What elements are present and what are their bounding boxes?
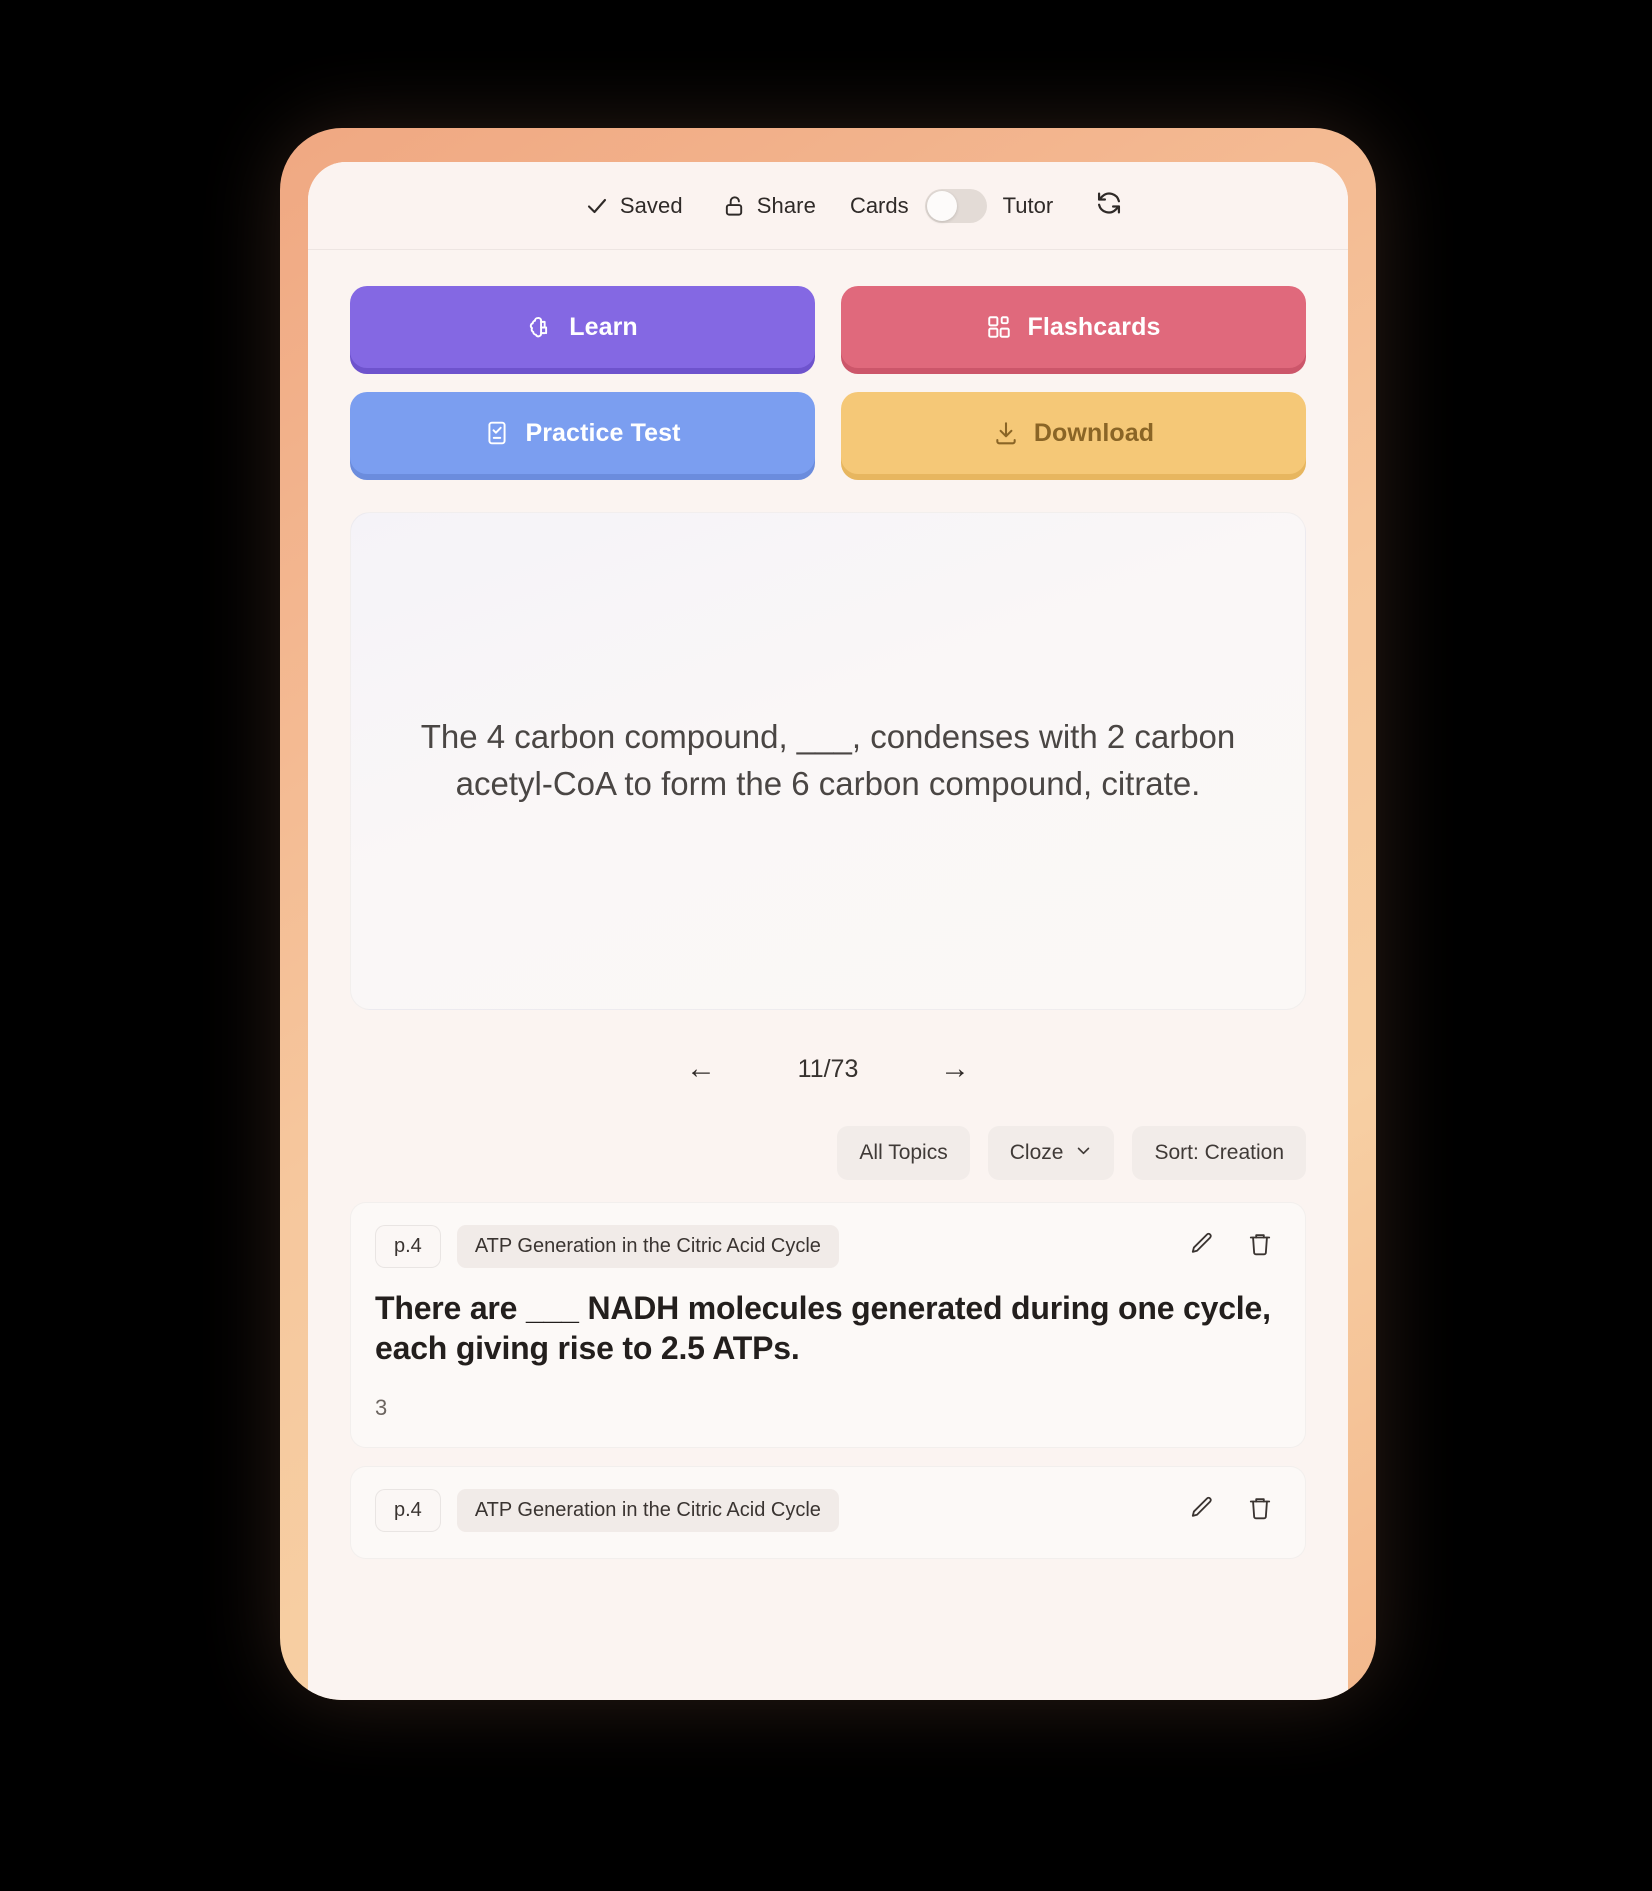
pencil-icon [1189, 1231, 1215, 1262]
toggle-knob [926, 190, 957, 221]
sort-filter[interactable]: Sort: Creation [1132, 1126, 1306, 1180]
list-item[interactable]: p.4 ATP Generation in the Citric Acid Cy… [350, 1202, 1306, 1448]
all-topics-label: All Topics [859, 1141, 948, 1164]
unlock-icon [723, 194, 746, 218]
refresh-button[interactable] [1067, 189, 1133, 222]
tablet-device-frame: Saved Share Cards Tutor Learn Flashcards… [280, 128, 1376, 1700]
pencil-icon [1189, 1495, 1215, 1526]
share-label: Share [756, 192, 816, 218]
saved-label: Saved [619, 192, 683, 218]
delete-card-button[interactable] [1239, 1491, 1281, 1530]
card-navigation: ← 11/73 → [350, 1046, 1306, 1092]
delete-card-button[interactable] [1239, 1227, 1281, 1266]
practice-test-button[interactable]: Practice Test [350, 392, 815, 474]
card-type-filter[interactable]: Cloze [987, 1126, 1115, 1180]
action-button-grid: Learn Flashcards Practice Test Download [350, 286, 1306, 474]
filter-chip-row: All Topics Cloze Sort: Creation [350, 1126, 1306, 1180]
download-icon [993, 420, 1019, 446]
trash-icon [1247, 1231, 1273, 1262]
page-badge: p.4 [375, 1225, 441, 1268]
learn-button[interactable]: Learn [350, 286, 815, 368]
arrow-left-icon[interactable]: ← [676, 1050, 726, 1088]
list-item-answer: 3 [375, 1394, 388, 1420]
topic-tag: ATP Generation in the Citric Acid Cycle [456, 1488, 839, 1532]
chevron-down-icon [1075, 1141, 1092, 1165]
flashcards-button-label: Flashcards [1027, 312, 1161, 341]
page-badge: p.4 [375, 1488, 441, 1532]
saved-status-button[interactable]: Saved [565, 193, 703, 219]
cards-mode-label: Cards [849, 192, 909, 218]
flashcard-panel[interactable]: The 4 carbon compound, ___, condenses wi… [350, 512, 1306, 1010]
top-toolbar: Saved Share Cards Tutor [308, 162, 1348, 250]
brain-icon [527, 314, 554, 341]
topic-tag: ATP Generation in the Citric Acid Cycle [456, 1225, 839, 1268]
practice-test-button-label: Practice Test [525, 418, 681, 447]
sort-label: Sort: Creation [1154, 1141, 1284, 1164]
learn-button-label: Learn [569, 312, 638, 341]
card-type-label: Cloze [1009, 1141, 1064, 1164]
arrow-right-icon[interactable]: → [930, 1050, 980, 1088]
cards-tutor-toggle[interactable] [924, 188, 987, 223]
check-icon [585, 194, 609, 218]
list-item-header: p.4 ATP Generation in the Citric Acid Cy… [375, 1225, 1281, 1268]
edit-card-button[interactable] [1181, 1491, 1223, 1530]
list-item-header: p.4 ATP Generation in the Citric Acid Cy… [375, 1488, 1281, 1532]
tutor-mode-label: Tutor [1002, 192, 1054, 218]
list-item[interactable]: p.4 ATP Generation in the Citric Acid Cy… [350, 1465, 1306, 1559]
all-topics-filter[interactable]: All Topics [837, 1126, 970, 1180]
card-list: p.4 ATP Generation in the Citric Acid Cy… [350, 1202, 1306, 1559]
card-counter: 11/73 [797, 1054, 859, 1083]
mode-toggle-group[interactable]: Cards Tutor [836, 188, 1067, 223]
flashcard-text: The 4 carbon compound, ___, condenses wi… [420, 718, 1236, 802]
share-button[interactable]: Share [703, 193, 836, 219]
download-button[interactable]: Download [841, 392, 1306, 474]
app-screen: Saved Share Cards Tutor Learn Flashcards… [308, 162, 1348, 1700]
main-content: Learn Flashcards Practice Test Download … [308, 250, 1348, 1559]
download-button-label: Download [1033, 418, 1155, 447]
refresh-icon [1095, 189, 1123, 222]
flashcards-button[interactable]: Flashcards [841, 286, 1306, 368]
edit-card-button[interactable] [1181, 1227, 1223, 1266]
checklist-icon [484, 420, 510, 446]
blocks-icon [986, 314, 1012, 340]
list-item-question: There are ___ NADH molecules generated d… [375, 1290, 1271, 1367]
trash-icon [1247, 1495, 1273, 1526]
